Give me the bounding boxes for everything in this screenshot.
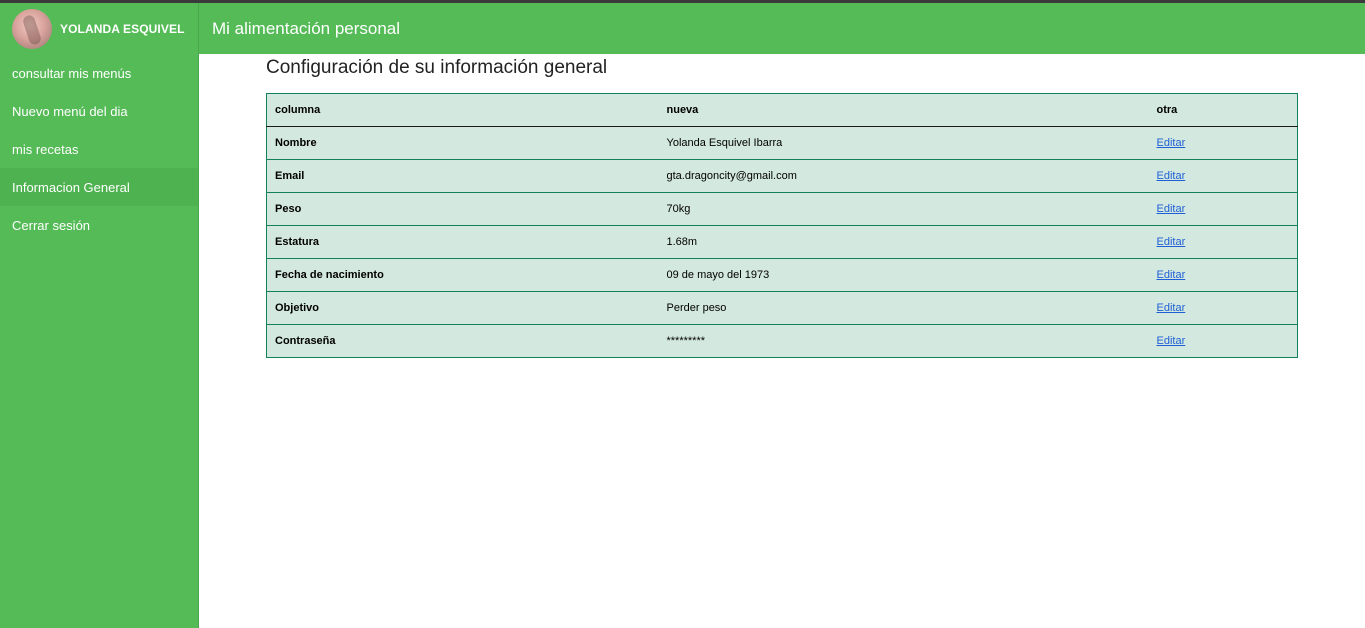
app-title: Mi alimentación personal: [212, 18, 401, 38]
field-value: Perder peso: [658, 291, 1149, 325]
edit-link-estatura[interactable]: Editar: [1157, 236, 1186, 248]
table-row: Peso 70kg Editar: [266, 192, 1298, 226]
sidebar-nav: consultar mis menús Nuevo menú del dia m…: [0, 54, 198, 244]
table-row: Contraseña ********* Editar: [266, 324, 1298, 358]
edit-link-email[interactable]: Editar: [1157, 170, 1186, 182]
column-header-columna: columna: [266, 93, 659, 127]
edit-link-peso[interactable]: Editar: [1157, 203, 1186, 215]
field-value: *********: [658, 324, 1149, 358]
edit-link-contrasena[interactable]: Editar: [1157, 335, 1186, 347]
sidebar-item-informacion-general[interactable]: Informacion General: [0, 168, 198, 206]
user-profile[interactable]: YOLANDA ESQUIVEL: [0, 3, 198, 54]
table-row: Fecha de nacimiento 09 de mayo del 1973 …: [266, 258, 1298, 292]
field-label: Peso: [266, 192, 659, 226]
column-header-otra: otra: [1148, 93, 1298, 127]
user-name: YOLANDA ESQUIVEL: [60, 21, 185, 36]
app-header: Mi alimentación personal: [199, 3, 1365, 54]
field-value: 70kg: [658, 192, 1149, 226]
sidebar-item-mis-recetas[interactable]: mis recetas: [0, 130, 198, 168]
edit-link-fecha-nacimiento[interactable]: Editar: [1157, 269, 1186, 281]
field-value: 1.68m: [658, 225, 1149, 259]
table-row: Estatura 1.68m Editar: [266, 225, 1298, 259]
field-label: Fecha de nacimiento: [266, 258, 659, 292]
field-value: Yolanda Esquivel Ibarra: [658, 126, 1149, 160]
column-header-nueva: nueva: [658, 93, 1149, 127]
field-label: Objetivo: [266, 291, 659, 325]
sidebar-item-cerrar-sesion[interactable]: Cerrar sesión: [0, 206, 198, 244]
field-value: 09 de mayo del 1973: [658, 258, 1149, 292]
sidebar-item-nuevo-menu[interactable]: Nuevo menú del dia: [0, 92, 198, 130]
edit-link-nombre[interactable]: Editar: [1157, 137, 1186, 149]
field-label: Estatura: [266, 225, 659, 259]
avatar[interactable]: [12, 8, 52, 49]
field-label: Nombre: [266, 126, 659, 160]
table-row: Objetivo Perder peso Editar: [266, 291, 1298, 325]
table-row: Nombre Yolanda Esquivel Ibarra Editar: [266, 126, 1298, 160]
field-value: gta.dragoncity@gmail.com: [658, 159, 1149, 193]
table-header-row: columna nueva otra: [266, 93, 1298, 127]
field-label: Contraseña: [266, 324, 659, 358]
main-content: Configuración de su información general …: [266, 54, 1298, 358]
info-table: columna nueva otra Nombre Yolanda Esquiv…: [266, 93, 1298, 358]
page-title: Configuración de su información general: [266, 57, 608, 78]
sidebar: YOLANDA ESQUIVEL consultar mis menús Nue…: [0, 3, 199, 628]
edit-link-objetivo[interactable]: Editar: [1157, 302, 1186, 314]
table-row: Email gta.dragoncity@gmail.com Editar: [266, 159, 1298, 193]
sidebar-item-consultar-menus[interactable]: consultar mis menús: [0, 54, 198, 92]
field-label: Email: [266, 159, 659, 193]
